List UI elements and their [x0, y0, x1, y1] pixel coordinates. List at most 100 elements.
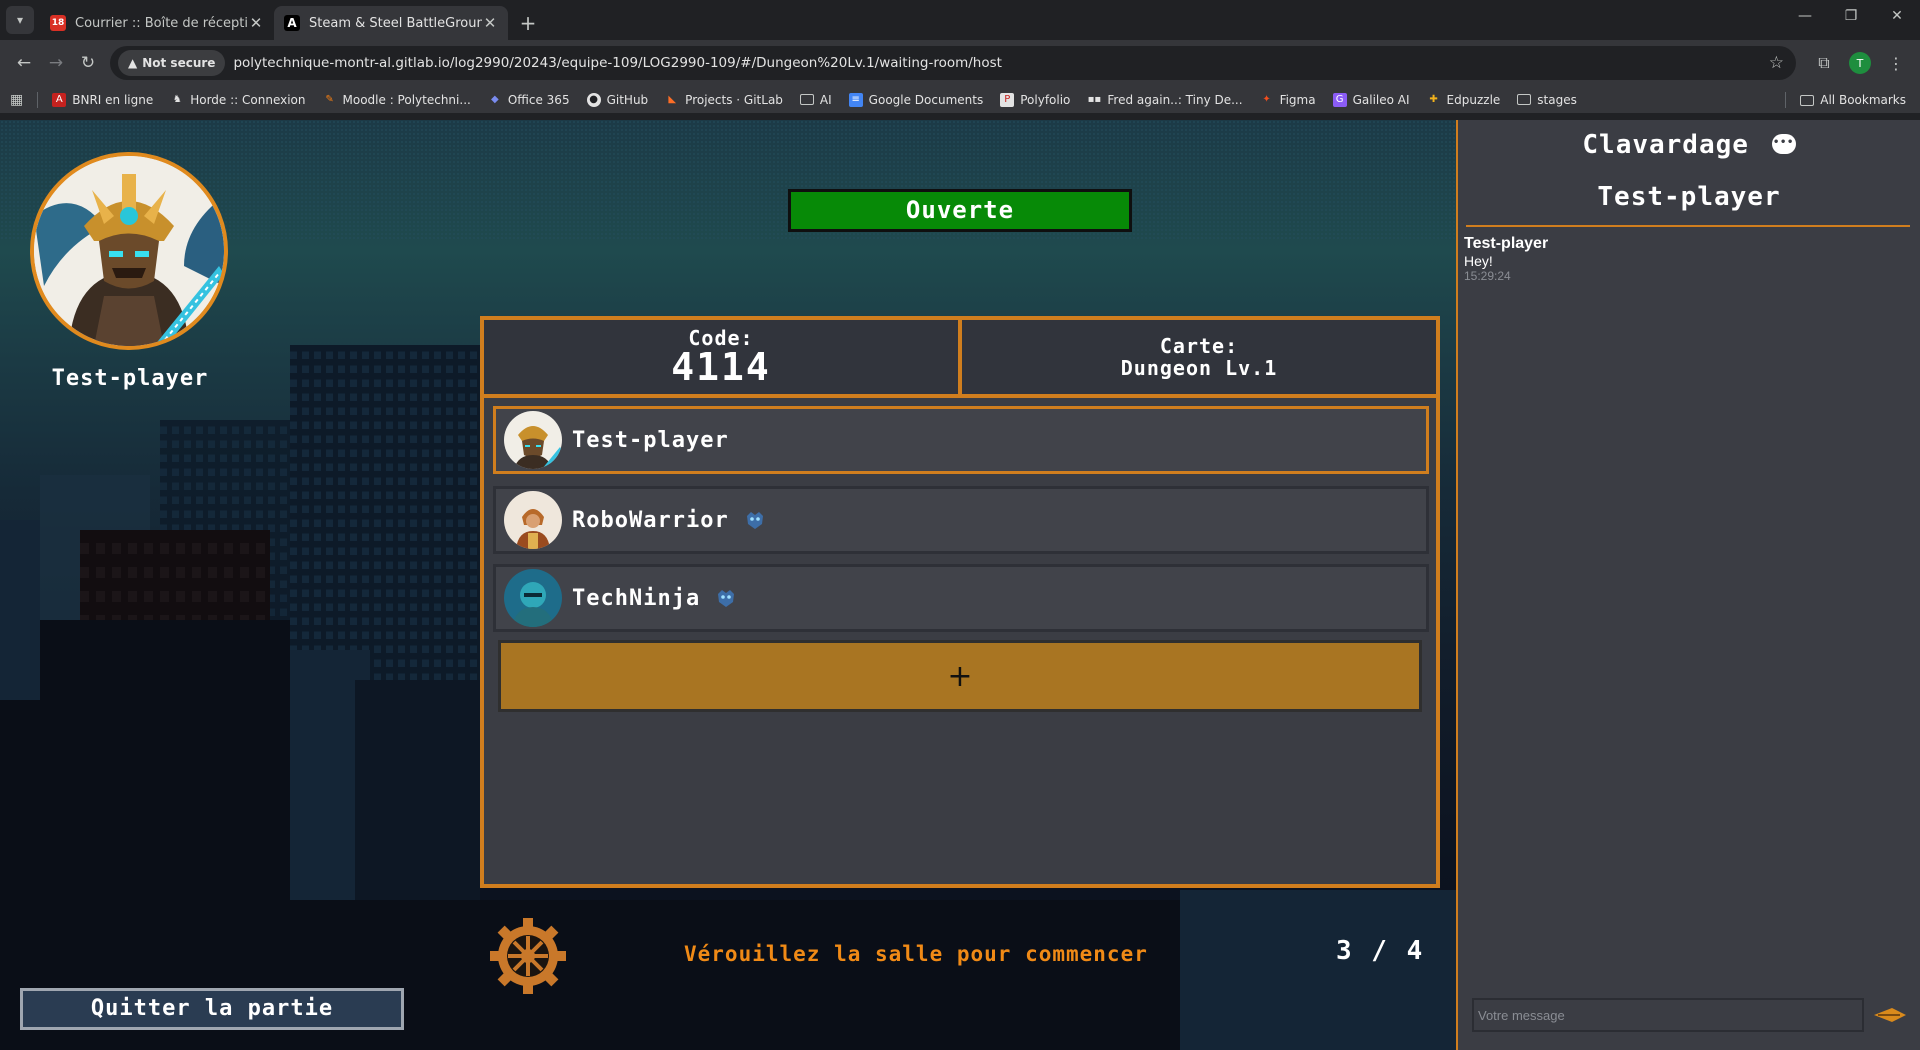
chat-title: Clavardage ••• — [1458, 130, 1920, 160]
docs-icon: ≡ — [848, 92, 863, 107]
bookmark-star-icon[interactable]: ☆ — [1769, 53, 1784, 73]
github-icon: ● — [586, 92, 601, 107]
bookmark-label: BNRI en ligne — [72, 92, 154, 107]
bookmark-google-docs[interactable]: ≡ Google Documents — [848, 92, 983, 107]
tab-mail[interactable]: 18 Courrier :: Boîte de réception ✕ — [40, 6, 274, 40]
lobby-panel: Code: 4114 Carte: Dungeon Lv.1 Test-play… — [480, 316, 1440, 888]
bookmark-horde[interactable]: ♞ Horde :: Connexion — [170, 92, 306, 107]
quit-game-button[interactable]: Quitter la partie — [20, 988, 404, 1030]
bookmark-label: Figma — [1279, 92, 1316, 107]
chat-bubble-icon: ••• — [1771, 133, 1796, 154]
bookmark-label: Projects · GitLab — [685, 92, 783, 107]
tab-title: Steam & Steel BattleGrounds — [309, 15, 482, 31]
gitlab-icon: ◣ — [668, 94, 677, 105]
background-building — [1180, 890, 1456, 1050]
map-label: Carte: — [1159, 334, 1239, 358]
bookmark-office365[interactable]: ◆ Office 365 — [488, 93, 570, 107]
bot-icon — [746, 512, 763, 529]
menu-kebab-icon[interactable]: ⋮ — [1880, 47, 1912, 79]
bookmark-github[interactable]: ● GitHub — [586, 92, 649, 107]
bookmark-moodle[interactable]: ✎ Moodle : Polytechni... — [323, 93, 471, 107]
tab-close-icon[interactable]: ✕ — [248, 14, 264, 32]
game-area: Test-player Ouverte Code: 4114 Carte: Du… — [0, 120, 1456, 1050]
chat-panel: Clavardage ••• Test-player Test-player H… — [1456, 120, 1920, 1050]
bookmark-galileo[interactable]: G Galileo AI — [1332, 92, 1410, 107]
chat-title-text: Clavardage — [1582, 130, 1749, 160]
bookmark-label: GitHub — [606, 92, 649, 107]
player-name: Test-player — [572, 427, 729, 453]
divider — [37, 91, 39, 108]
browser-toolbar: ← → ↻ ▲ Not secure polytechnique-montr-a… — [0, 40, 1920, 86]
bot-icon — [718, 590, 735, 607]
bookmark-gitlab[interactable]: ◣ Projects · GitLab — [665, 93, 783, 107]
bookmark-folder-stages[interactable]: stages — [1517, 93, 1577, 107]
tab-game[interactable]: A Steam & Steel BattleGrounds ✕ — [274, 6, 508, 40]
all-bookmarks-button[interactable]: All Bookmarks — [1785, 86, 1906, 114]
bookmark-label: Edpuzzle — [1446, 92, 1501, 107]
all-bookmarks-label: All Bookmarks — [1820, 93, 1906, 107]
bookmark-label: AI — [819, 92, 832, 107]
folder-icon — [1517, 94, 1532, 105]
close-window-icon[interactable]: ✕ — [1874, 0, 1920, 32]
bookmark-fred-again[interactable]: ▪▪ Fred again..: Tiny De... — [1087, 93, 1243, 107]
player-avatar — [30, 152, 228, 350]
page-content: Test-player Ouverte Code: 4114 Carte: Du… — [0, 120, 1920, 1050]
lock-room-message: Vérouillez la salle pour commencer — [684, 942, 1148, 966]
bookmark-label: stages — [1537, 92, 1577, 107]
map-info: Carte: Dungeon Lv.1 — [958, 320, 1436, 394]
add-player-button[interactable]: + — [498, 640, 1422, 712]
figma-icon: ✦ — [1262, 94, 1271, 105]
restore-icon[interactable]: ❐ — [1828, 0, 1874, 32]
mail-favicon-icon: 18 — [50, 15, 66, 31]
divider — [1466, 225, 1910, 227]
apps-grid-icon[interactable]: ▦ — [10, 92, 23, 108]
bookmark-bnri[interactable]: A BNRI en ligne — [52, 92, 154, 107]
angular-favicon-icon: A — [284, 15, 300, 31]
music-icon: ▪▪ — [1087, 94, 1102, 105]
polyfolio-icon: P — [1000, 92, 1015, 107]
new-tab-button[interactable]: + — [514, 9, 542, 37]
url-text[interactable]: polytechnique-montr-al.gitlab.io/log2990… — [233, 55, 1768, 71]
bookmark-label: Horde :: Connexion — [190, 92, 306, 107]
bookmark-label: Office 365 — [507, 92, 570, 107]
extensions-icon[interactable]: ⧉ — [1808, 47, 1840, 79]
chat-message: Test-player Hey! 15:29:24 — [1464, 235, 1548, 283]
profile-button[interactable]: T — [1844, 47, 1876, 79]
message-author: Test-player — [1464, 235, 1549, 252]
minimize-icon[interactable]: — — [1782, 0, 1828, 32]
bookmark-edpuzzle[interactable]: ✚ Edpuzzle — [1427, 92, 1501, 107]
tab-title: Courrier :: Boîte de réception — [75, 15, 248, 31]
bookmark-polyfolio[interactable]: P Polyfolio — [1000, 92, 1071, 107]
gear-icon[interactable] — [490, 918, 566, 994]
edpuzzle-icon: ✚ — [1429, 94, 1438, 105]
player-count: 3 / 4 — [1336, 936, 1425, 966]
security-chip[interactable]: ▲ Not secure — [118, 50, 226, 76]
bookmark-figma[interactable]: ✦ Figma — [1260, 92, 1316, 107]
chat-message-input[interactable] — [1472, 998, 1864, 1032]
office-icon: ◆ — [490, 94, 499, 105]
room-code: Code: 4114 — [484, 320, 958, 394]
folder-icon — [1800, 94, 1815, 106]
security-label: Not secure — [142, 56, 216, 70]
forward-icon[interactable]: → — [40, 47, 72, 79]
bookmark-folder-ai[interactable]: AI — [799, 92, 832, 107]
folder-icon — [799, 94, 814, 105]
ninja-avatar-icon — [504, 569, 562, 627]
moodle-icon: ✎ — [325, 94, 334, 105]
player-name: Test-player — [51, 366, 209, 391]
lobby-header: Code: 4114 Carte: Dungeon Lv.1 — [484, 320, 1436, 398]
tab-search-button[interactable]: ▾ — [6, 6, 34, 34]
bookmark-label: Moodle : Polytechni... — [342, 92, 471, 107]
tab-close-icon[interactable]: ✕ — [482, 14, 498, 32]
address-bar[interactable]: ▲ Not secure polytechnique-montr-al.gitl… — [110, 46, 1796, 80]
bnri-icon: A — [52, 92, 67, 107]
bookmark-label: Polyfolio — [1020, 92, 1071, 107]
reload-icon[interactable]: ↻ — [72, 47, 104, 79]
back-icon[interactable]: ← — [8, 47, 40, 79]
send-arrow-icon[interactable] — [1874, 1004, 1906, 1026]
window-controls: — ❐ ✕ — [1782, 0, 1920, 32]
room-status-badge[interactable]: Ouverte — [788, 189, 1132, 232]
avatar — [504, 411, 562, 469]
warning-icon: ▲ — [128, 56, 138, 70]
map-value: Dungeon Lv.1 — [1120, 356, 1278, 380]
